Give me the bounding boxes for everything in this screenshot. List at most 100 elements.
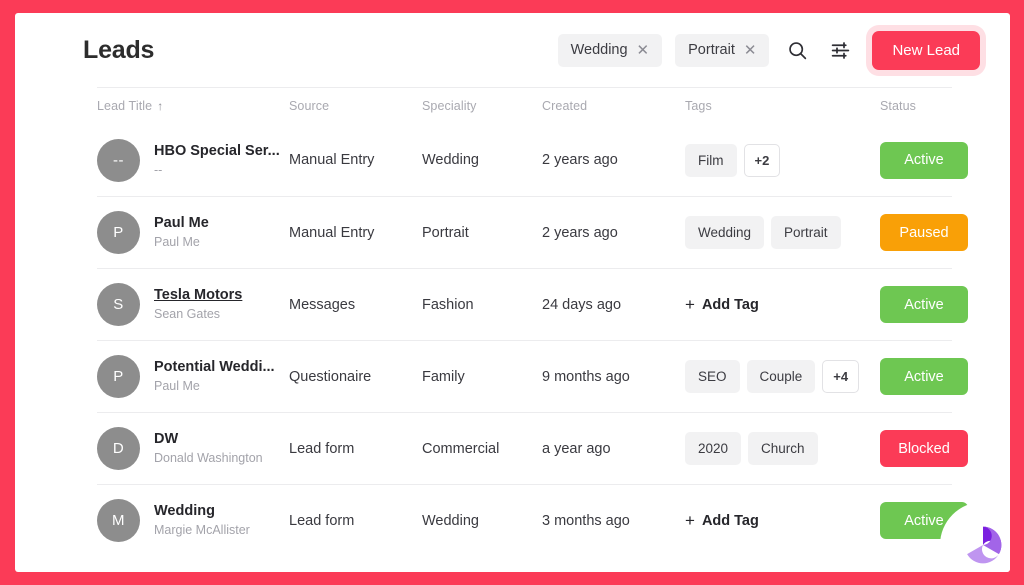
table-row[interactable]: -- HBO Special Ser... -- Manual Entry Weddin… <box>97 124 968 196</box>
column-header-source[interactable]: Source <box>289 99 422 113</box>
source-cell: Manual Entry <box>289 224 375 241</box>
speciality-cell: Wedding <box>422 512 479 529</box>
table-row[interactable]: S Tesla Motors Sean Gates Messages Fashion 24… <box>97 268 968 340</box>
avatar: M <box>97 499 140 542</box>
lead-subtitle: Sean Gates <box>154 307 221 322</box>
lead-name[interactable]: HBO Special Ser... <box>154 142 280 160</box>
lead-text: DW Donald Washington <box>154 430 263 466</box>
table-row[interactable]: D DW Donald Washington Lead form Commercial a… <box>97 412 968 484</box>
tag-chip[interactable]: SEO <box>685 360 740 393</box>
add-tag-button[interactable]: + Add Tag <box>685 512 759 529</box>
lead-name[interactable]: Paul Me <box>154 214 209 232</box>
lead-title-cell[interactable]: D DW Donald Washington <box>97 427 289 470</box>
lead-name[interactable]: DW <box>154 430 263 448</box>
status-badge[interactable]: Paused <box>880 214 968 251</box>
filter-chip-label: Wedding <box>570 42 628 58</box>
speciality-cell: Wedding <box>422 152 479 168</box>
table-row[interactable]: M Wedding Margie McAllister Lead form Weddin… <box>97 484 968 556</box>
source-cell: Messages <box>289 296 356 313</box>
add-tag-button[interactable]: + Add Tag <box>685 296 759 313</box>
tags-cell: 2020 Church <box>685 432 880 465</box>
lead-subtitle: Margie McAllister <box>154 523 250 538</box>
created-cell: a year ago <box>542 440 611 457</box>
search-icon[interactable] <box>782 35 812 65</box>
lead-text: Paul Me Paul Me <box>154 214 209 250</box>
table-row[interactable]: P Paul Me Paul Me Manual Entry Portrait 2 yea… <box>97 196 968 268</box>
created-cell: 2 years ago <box>542 224 618 241</box>
table-header-row: Lead Title ↑ Source Speciality Created T… <box>97 87 952 124</box>
header-controls: Wedding ✕ Portrait ✕ New Lead <box>557 30 988 70</box>
speciality-cell: Commercial <box>422 440 500 457</box>
status-cell: Active <box>880 141 968 179</box>
lead-title-cell[interactable]: P Potential Weddi... Paul Me <box>97 355 289 398</box>
source-cell: Questionaire <box>289 368 372 385</box>
tags-cell: + Add Tag <box>685 296 880 313</box>
more-tags-chip[interactable]: +2 <box>743 143 781 177</box>
add-tag-label: Add Tag <box>701 296 759 313</box>
created-cell: 2 years ago <box>542 152 618 168</box>
column-header-created[interactable]: Created <box>542 99 685 113</box>
column-header-status[interactable]: Status <box>880 99 952 113</box>
status-badge[interactable]: Active <box>880 286 968 323</box>
lead-name[interactable]: Tesla Motors <box>154 286 242 304</box>
lead-subtitle: Paul Me <box>154 235 200 250</box>
add-tag-label: Add Tag <box>701 512 759 529</box>
lead-title-cell[interactable]: M Wedding Margie McAllister <box>97 499 289 542</box>
tune-icon[interactable] <box>825 35 855 65</box>
page-title: Leads <box>83 35 155 64</box>
more-tags-chip[interactable]: +4 <box>822 360 860 393</box>
close-icon[interactable]: ✕ <box>744 43 757 58</box>
created-cell: 9 months ago <box>542 368 630 385</box>
tags-cell: SEO Couple +4 <box>685 360 880 393</box>
created-cell: 3 months ago <box>542 512 630 529</box>
sort-ascending-icon: ↑ <box>157 99 164 113</box>
table-row[interactable]: P Potential Weddi... Paul Me Questionaire Fa… <box>97 340 968 412</box>
avatar: P <box>97 211 140 254</box>
status-cell: Active <box>880 286 968 323</box>
lead-title-cell[interactable]: S Tesla Motors Sean Gates <box>97 283 289 326</box>
speciality-cell: Family <box>422 368 465 385</box>
status-cell: Blocked <box>880 430 968 467</box>
lead-subtitle: Donald Washington <box>154 451 263 466</box>
tag-chip[interactable]: Couple <box>746 360 816 393</box>
status-cell: Active <box>880 358 968 395</box>
tag-chip[interactable]: Portrait <box>771 216 841 249</box>
app-window: Leads Wedding ✕ Portrait ✕ New Lead Lead… <box>15 13 1010 572</box>
avatar: P <box>97 355 140 398</box>
table-body: -- HBO Special Ser... -- Manual Entry Weddin… <box>15 124 992 556</box>
lead-title-cell[interactable]: -- HBO Special Ser... -- <box>97 138 289 182</box>
lead-subtitle: -- <box>154 162 163 177</box>
tag-chip[interactable]: Film <box>685 143 737 177</box>
speciality-cell: Fashion <box>422 296 474 313</box>
column-header-lead-title[interactable]: Lead Title ↑ <box>97 99 289 113</box>
tags-cell: Wedding Portrait <box>685 216 880 249</box>
status-cell: Paused <box>880 214 968 251</box>
column-label: Lead Title <box>97 99 153 113</box>
close-icon[interactable]: ✕ <box>637 43 650 58</box>
source-cell: Manual Entry <box>289 152 375 168</box>
page-header: Leads Wedding ✕ Portrait ✕ New Lead <box>15 13 1010 87</box>
source-cell: Lead form <box>289 512 355 529</box>
plus-icon: + <box>685 511 695 530</box>
filter-chip-wedding[interactable]: Wedding ✕ <box>557 33 663 67</box>
tag-chip[interactable]: Church <box>748 432 818 465</box>
tag-chip[interactable]: Wedding <box>685 216 765 249</box>
lead-title-cell[interactable]: P Paul Me Paul Me <box>97 211 289 254</box>
lead-text: Tesla Motors Sean Gates <box>154 286 242 322</box>
tag-chip[interactable]: 2020 <box>685 432 742 465</box>
status-badge[interactable]: Blocked <box>880 430 968 467</box>
lead-subtitle: Paul Me <box>154 379 200 394</box>
filter-chip-portrait[interactable]: Portrait ✕ <box>675 33 770 67</box>
speciality-cell: Portrait <box>422 224 469 241</box>
lead-name[interactable]: Potential Weddi... <box>154 358 275 376</box>
leads-table: Lead Title ↑ Source Speciality Created T… <box>15 87 1010 556</box>
new-lead-button[interactable]: New Lead <box>872 30 980 70</box>
source-cell: Lead form <box>289 440 355 457</box>
lead-name[interactable]: Wedding <box>154 502 250 520</box>
tags-cell: + Add Tag <box>685 512 880 529</box>
column-header-tags[interactable]: Tags <box>685 99 880 113</box>
column-header-speciality[interactable]: Speciality <box>422 99 542 113</box>
status-badge[interactable]: Active <box>880 358 968 395</box>
avatar: -- <box>97 138 140 182</box>
status-badge[interactable]: Active <box>880 141 968 179</box>
